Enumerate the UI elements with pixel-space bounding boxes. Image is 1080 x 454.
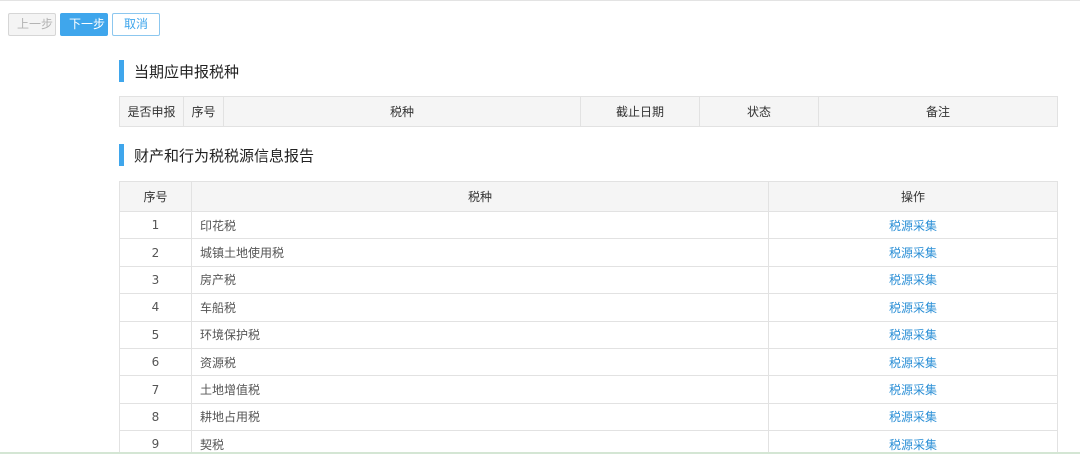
row-number: 6 (119, 347, 192, 377)
row-number: 9 (119, 430, 192, 454)
tax-name: 印花税 (191, 210, 769, 240)
collect-tax-source-link[interactable]: 税源采集 (889, 246, 937, 260)
table-row: 6 资源税 税源采集 (119, 347, 1058, 377)
column-header-deadline: 截止日期 (580, 96, 700, 127)
table-row: 1 印花税 税源采集 (119, 210, 1058, 240)
tax-name: 资源税 (191, 347, 769, 377)
tax-source-table: 序号 税种 操作 1 印花税 税源采集 2 城镇土地使用税 税源采集 3 房产税… (119, 181, 1058, 454)
declare-tax-table: 是否申报 序号 税种 截止日期 状态 备注 (119, 96, 1058, 127)
column-header-no: 序号 (119, 181, 192, 212)
collect-tax-source-link[interactable]: 税源采集 (889, 301, 937, 315)
column-header-remark: 备注 (818, 96, 1058, 127)
top-border (0, 0, 1080, 1)
collect-tax-source-link[interactable]: 税源采集 (889, 383, 937, 397)
cancel-button[interactable]: 取消 (112, 13, 160, 36)
column-header-action: 操作 (768, 181, 1058, 212)
row-number: 8 (119, 402, 192, 432)
row-number: 1 (119, 210, 192, 240)
collect-tax-source-link[interactable]: 税源采集 (889, 328, 937, 342)
section-title-declare: 当期应申报税种 (119, 60, 239, 82)
section-accent-bar (119, 144, 124, 166)
collect-tax-source-link[interactable]: 税源采集 (889, 356, 937, 370)
row-number: 3 (119, 265, 192, 295)
collect-tax-source-link[interactable]: 税源采集 (889, 273, 937, 287)
tax-name: 契税 (191, 430, 769, 454)
section-title-text: 财产和行为税税源信息报告 (134, 146, 315, 165)
collect-tax-source-link[interactable]: 税源采集 (889, 438, 937, 452)
table-row: 7 土地增值税 税源采集 (119, 375, 1058, 404)
column-header-no: 序号 (183, 96, 224, 127)
table-header-row: 是否申报 序号 税种 截止日期 状态 备注 (119, 96, 1058, 127)
section-title-text: 当期应申报税种 (134, 62, 240, 81)
section-accent-bar (119, 60, 124, 82)
tax-name: 耕地占用税 (191, 402, 769, 432)
tax-name: 车船税 (191, 293, 769, 322)
row-number: 7 (119, 375, 192, 404)
collect-tax-source-link[interactable]: 税源采集 (889, 219, 937, 233)
table-row: 5 环境保护税 税源采集 (119, 320, 1058, 349)
row-number: 2 (119, 238, 192, 267)
row-number: 5 (119, 320, 192, 349)
table-row: 3 房产税 税源采集 (119, 265, 1058, 295)
wizard-toolbar: 上一步 下一步 取消 (8, 13, 160, 36)
tax-name: 土地增值税 (191, 375, 769, 404)
table-header-row: 序号 税种 操作 (119, 181, 1058, 212)
tax-name: 环境保护税 (191, 320, 769, 349)
prev-step-button[interactable]: 上一步 (8, 13, 56, 36)
column-header-tax: 税种 (223, 96, 581, 127)
tax-name: 房产税 (191, 265, 769, 295)
table-row: 9 契税 税源采集 (119, 430, 1058, 454)
column-header-tax: 税种 (191, 181, 769, 212)
row-number: 4 (119, 293, 192, 322)
table-row: 8 耕地占用税 税源采集 (119, 402, 1058, 432)
collect-tax-source-link[interactable]: 税源采集 (889, 410, 937, 424)
section-title-tax-source: 财产和行为税税源信息报告 (119, 144, 314, 166)
next-step-button[interactable]: 下一步 (60, 13, 108, 36)
table-row: 2 城镇土地使用税 税源采集 (119, 238, 1058, 267)
column-header-declare: 是否申报 (119, 96, 184, 127)
table-row: 4 车船税 税源采集 (119, 293, 1058, 322)
column-header-status: 状态 (699, 96, 819, 127)
tax-name: 城镇土地使用税 (191, 238, 769, 267)
